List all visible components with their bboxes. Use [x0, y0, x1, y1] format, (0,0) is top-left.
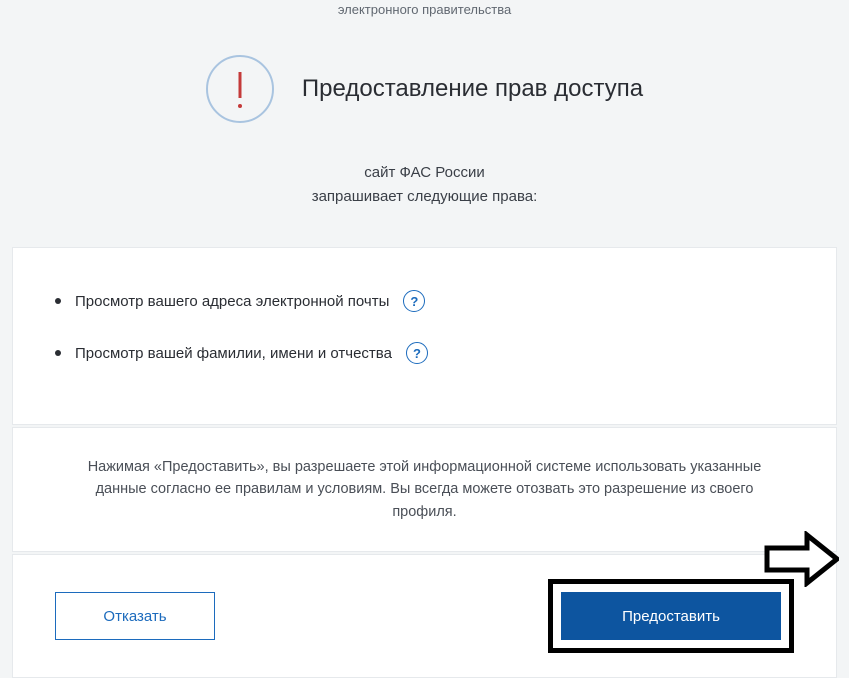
help-icon[interactable]: ?	[403, 290, 425, 312]
bullet-icon	[55, 350, 61, 356]
permissions-card: Просмотр вашего адреса электронной почты…	[12, 247, 837, 425]
permission-label: Просмотр вашего адреса электронной почты	[75, 293, 389, 310]
permissions-list: Просмотр вашего адреса электронной почты…	[55, 290, 794, 364]
list-item: Просмотр вашей фамилии, имени и отчества…	[55, 342, 794, 364]
bullet-icon	[55, 298, 61, 304]
request-text: запрашивает следующие права:	[0, 185, 849, 209]
actions-row: Отказать Предоставить	[12, 554, 837, 678]
permission-label: Просмотр вашей фамилии, имени и отчества	[75, 345, 392, 362]
header-subtitle: электронного правительства	[0, 0, 849, 17]
grant-button[interactable]: Предоставить	[561, 592, 781, 640]
disclaimer-text: Нажимая «Предоставить», вы разрешаете эт…	[12, 427, 837, 552]
grant-highlight: Предоставить	[548, 579, 794, 653]
requester-name: сайт ФАС России	[0, 161, 849, 185]
deny-button[interactable]: Отказать	[55, 592, 215, 640]
arrow-icon	[759, 531, 839, 592]
request-subtitle: сайт ФАС России запрашивает следующие пр…	[0, 161, 849, 209]
exclamation-icon	[206, 55, 274, 123]
list-item: Просмотр вашего адреса электронной почты…	[55, 290, 794, 312]
page-title: Предоставление прав доступа	[302, 75, 643, 103]
help-icon[interactable]: ?	[406, 342, 428, 364]
header-row: Предоставление прав доступа	[0, 55, 849, 123]
